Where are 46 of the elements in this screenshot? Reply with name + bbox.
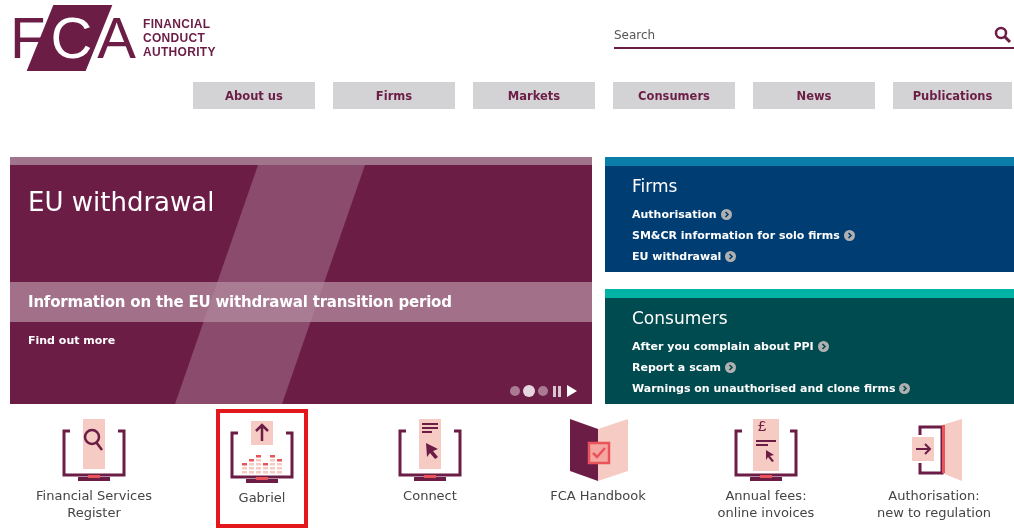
nav-button[interactable]: Firms: [333, 82, 455, 109]
chevron-circle-icon: [817, 341, 829, 352]
search-field[interactable]: Search: [614, 23, 1014, 49]
pause-icon[interactable]: [552, 385, 562, 397]
chevron-circle-icon: [720, 209, 732, 220]
panel-title: Consumers: [632, 308, 729, 328]
chevron-circle-icon: [725, 251, 737, 262]
tile-label: Gabriel: [238, 489, 286, 506]
tile-label: Financial Services Register: [36, 487, 152, 521]
shortcut-tile[interactable]: Connect: [394, 409, 466, 528]
tile-label: Authorisation: new to regulation: [876, 487, 992, 521]
nav-button[interactable]: About us: [193, 82, 315, 109]
panel-link[interactable]: Report a scam: [632, 357, 737, 378]
find-out-more-link[interactable]: Find out more: [28, 334, 116, 347]
shortcut-tile[interactable]: £ Annual fees: online invoices: [717, 409, 815, 528]
panel-link[interactable]: After you complain about PPI: [632, 336, 829, 357]
pound-sign: £: [758, 417, 767, 435]
nav-button[interactable]: News: [753, 82, 875, 109]
carousel-dot[interactable]: [510, 386, 520, 396]
carousel-dot[interactable]: [523, 385, 535, 397]
chevron-circle-icon: [899, 383, 911, 394]
nav-button[interactable]: Markets: [473, 82, 595, 109]
chevron-circle-icon: [725, 362, 737, 373]
shortcut-tile[interactable]: Gabriel: [216, 409, 308, 528]
tile-label: Annual fees: online invoices: [717, 487, 815, 521]
carousel-dot[interactable]: [538, 386, 548, 396]
panel-link[interactable]: SM&CR information for solo firms: [632, 225, 855, 246]
hero-banner[interactable]: EU withdrawal Information on the EU withdrawal transition period Find out more: [10, 157, 592, 404]
tile-label: FCA Handbook: [550, 487, 646, 504]
shortcut-tile[interactable]: Financial Services Register: [36, 409, 152, 528]
panel-link[interactable]: EU withdrawal: [632, 246, 737, 267]
shortcut-tile[interactable]: FCA Handbook: [550, 409, 646, 528]
chevron-circle-icon: [843, 230, 855, 241]
logo-mark[interactable]: FCA: [10, 8, 133, 68]
shortcut-tile[interactable]: Authorisation: new to regulation: [876, 409, 992, 528]
logo-name: FINANCIAL CONDUCT AUTHORITY: [143, 17, 216, 59]
play-icon[interactable]: [566, 385, 578, 397]
search-icon[interactable]: [994, 26, 1012, 44]
tile-label: Connect: [403, 487, 457, 504]
panel-link[interactable]: Warnings on unauthorised and clone firms: [632, 378, 911, 399]
nav-button[interactable]: Consumers: [613, 82, 735, 109]
panel-title: Firms: [632, 176, 679, 196]
hero-title: EU withdrawal: [28, 187, 215, 217]
nav-button[interactable]: Publications: [893, 82, 1012, 109]
hero-subtitle: Information on the EU withdrawal transition period: [28, 293, 452, 311]
panel-link[interactable]: Authorisation: [632, 204, 732, 225]
